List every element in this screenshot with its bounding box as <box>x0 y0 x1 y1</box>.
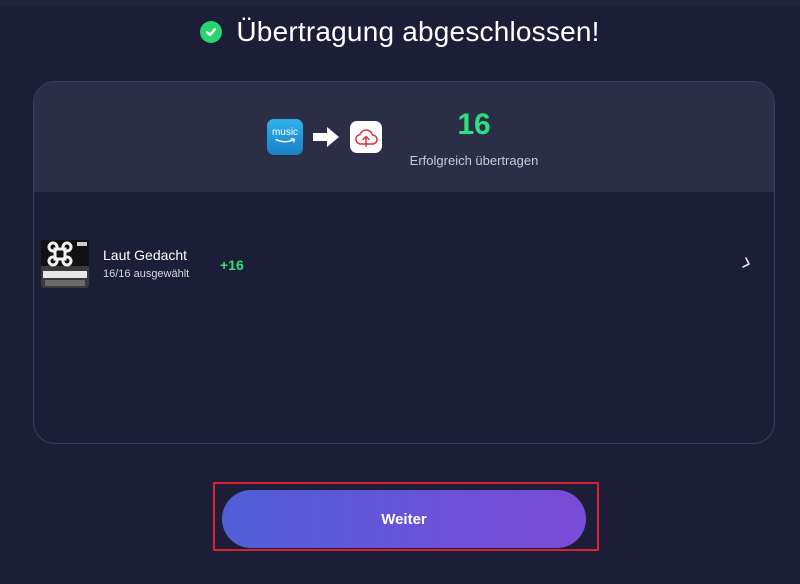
header: Übertragung abgeschlossen! <box>0 14 800 50</box>
playlist-selection-count: 16/16 ausgewählt <box>103 268 190 280</box>
transfer-complete-page: Übertragung abgeschlossen! music 16 Erfo… <box>0 0 800 584</box>
transferred-count: 16 <box>457 108 491 141</box>
amazon-music-icon: music <box>267 119 303 155</box>
summary-header: music 16 Erfolgreich übertragen <box>34 82 774 192</box>
playlist-cover <box>41 240 89 288</box>
cloud-upload-icon <box>350 121 382 153</box>
playlist-row[interactable]: Laut Gedacht 16/16 ausgewählt +16 <box>41 240 769 290</box>
check-circle-icon <box>200 21 223 43</box>
continue-button[interactable]: Weiter <box>222 490 586 548</box>
transfer-summary-card: music 16 Erfolgreich übertragen Laut Ged… <box>33 81 775 444</box>
amazon-music-logo-text: music <box>271 127 299 138</box>
playlist-name: Laut Gedacht <box>103 247 188 263</box>
transferred-count-label: Erfolgreich übertragen <box>409 153 539 168</box>
top-edge <box>0 0 800 6</box>
chevron-right-icon[interactable] <box>739 254 753 270</box>
page-title: Übertragung abgeschlossen! <box>236 16 600 47</box>
playlist-added-count: +16 <box>220 257 244 273</box>
arrow-right-icon <box>313 127 339 147</box>
